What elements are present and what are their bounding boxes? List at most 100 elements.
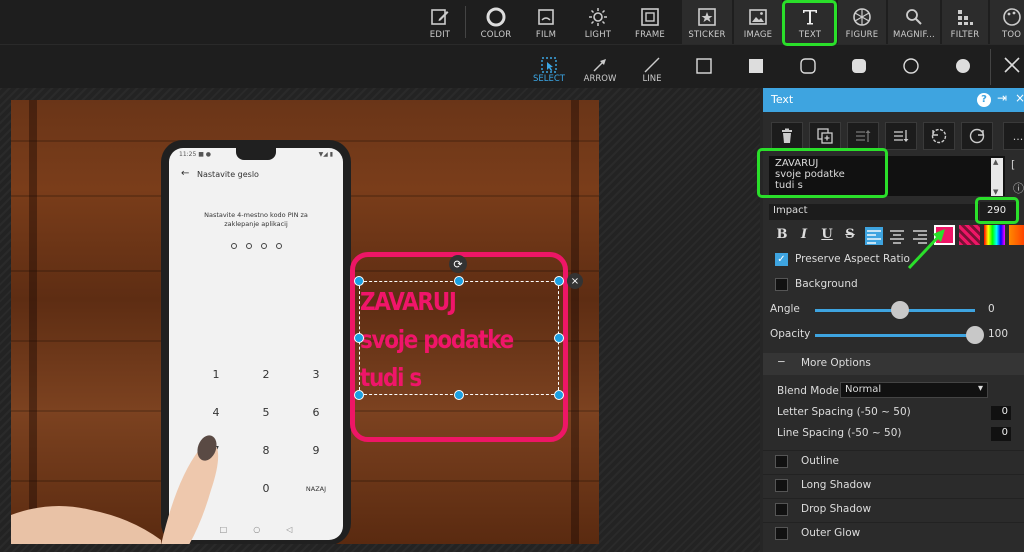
duplicate-button[interactable]: [809, 122, 841, 150]
long-shadow-option[interactable]: Long Shadow: [763, 474, 1024, 496]
letter-spacing-label: Letter Spacing (-50 ~ 50): [777, 406, 911, 418]
opacity-row: Opacity 100: [763, 325, 1024, 345]
preserve-aspect-row[interactable]: ✓ Preserve Aspect Ratio: [763, 250, 1024, 270]
outer-glow-checkbox[interactable]: [775, 527, 788, 540]
font-family-select[interactable]: Impact: [769, 204, 979, 220]
tool-light[interactable]: LIGHT: [578, 0, 618, 44]
angle-value[interactable]: 0: [988, 303, 995, 315]
align-center-icon[interactable]: [888, 227, 906, 245]
circle-filled-icon[interactable]: [954, 57, 972, 75]
resize-handle-top-left[interactable]: [354, 276, 364, 286]
pin-icon[interactable]: ⇥: [997, 91, 1007, 105]
tool-edit[interactable]: EDIT: [420, 0, 460, 44]
pattern-swatch[interactable]: [959, 225, 980, 245]
drop-shadow-option[interactable]: Drop Shadow: [763, 498, 1024, 520]
tool-tools[interactable]: TOO: [990, 0, 1024, 44]
send-backward-button[interactable]: [885, 122, 917, 150]
editor-canvas[interactable]: 11:25 ■ ● ▼◢ ▮ ← Nastavite geslo Nastavi…: [0, 88, 760, 552]
delete-layer-icon[interactable]: ×: [567, 273, 583, 289]
square-outline-icon[interactable]: [695, 57, 713, 75]
rotate-left-button[interactable]: [923, 122, 955, 150]
subtool-label: LINE: [642, 74, 662, 84]
outer-glow-option[interactable]: Outer Glow: [763, 522, 1024, 544]
gradient-swatch-2[interactable]: [1009, 225, 1024, 245]
film-icon: [538, 9, 554, 25]
rounded-square-filled-icon[interactable]: [850, 57, 868, 75]
opacity-slider-knob[interactable]: [966, 326, 984, 344]
help-icon[interactable]: ?: [977, 93, 991, 107]
outline-option[interactable]: Outline: [763, 450, 1024, 472]
rotate-right-button[interactable]: [961, 122, 993, 150]
more-button[interactable]: ...: [1003, 122, 1024, 150]
underline-button[interactable]: U: [818, 226, 836, 244]
panel-close-icon[interactable]: ×: [1015, 91, 1024, 105]
tool-film[interactable]: FILM: [526, 0, 566, 44]
tool-frame[interactable]: FRAME: [630, 0, 670, 44]
blend-mode-label: Blend Mode: [777, 385, 839, 397]
subtool-select[interactable]: SELECT: [528, 47, 570, 87]
close-icon[interactable]: [1002, 55, 1022, 75]
rounded-square-outline-icon[interactable]: [799, 57, 817, 75]
duplicate-icon: [817, 128, 833, 144]
tool-label: MAGNIF...: [893, 30, 935, 40]
long-shadow-checkbox[interactable]: [775, 479, 788, 492]
letter-spacing-input[interactable]: 0: [991, 406, 1011, 420]
outer-glow-label: Outer Glow: [801, 527, 861, 539]
resize-handle-bottom-right[interactable]: [554, 390, 564, 400]
more-options-toggle[interactable]: − More Options: [763, 353, 1024, 375]
phone-status-right: ▼◢ ▮: [318, 151, 333, 158]
hand: [11, 435, 219, 544]
line-icon: [644, 57, 660, 73]
resize-handle-top-right[interactable]: [554, 276, 564, 286]
bring-forward-button[interactable]: [847, 122, 879, 150]
subtool-arrow[interactable]: ARROW: [580, 47, 620, 87]
line-spacing-input[interactable]: 0: [991, 427, 1011, 441]
phone-instruction: Nastavite 4-mestno kodo PIN za zaklepanj…: [204, 211, 308, 228]
pin-key: 5: [262, 406, 270, 419]
resize-handle-right[interactable]: [554, 333, 564, 343]
resize-handle-bottom-left[interactable]: [354, 390, 364, 400]
tool-image[interactable]: IMAGE: [734, 0, 782, 44]
tool-color[interactable]: COLOR: [474, 0, 518, 44]
text-scrollbar[interactable]: ▲ ▼: [991, 158, 1003, 196]
rotate-handle-icon[interactable]: ⟳: [449, 255, 467, 273]
strikethrough-button[interactable]: S: [841, 226, 859, 244]
bracket-button[interactable]: [: [1011, 158, 1015, 171]
opacity-slider[interactable]: [815, 334, 975, 337]
subtool-label: SELECT: [533, 74, 565, 84]
subtool-line[interactable]: LINE: [632, 47, 672, 87]
more-icon: ...: [1012, 129, 1024, 143]
outline-checkbox[interactable]: [775, 455, 788, 468]
italic-button[interactable]: I: [795, 226, 813, 244]
angle-slider-knob[interactable]: [890, 301, 909, 319]
opacity-value[interactable]: 100: [988, 328, 1008, 340]
delete-button[interactable]: [771, 122, 803, 150]
resize-handle-top[interactable]: [454, 276, 464, 286]
align-left-icon[interactable]: [865, 227, 883, 245]
tool-magnifier[interactable]: MAGNIF...: [888, 0, 940, 44]
circle-outline-icon[interactable]: [902, 57, 920, 75]
bold-button[interactable]: B: [773, 226, 791, 244]
scroll-down-icon[interactable]: ▼: [993, 188, 998, 196]
background-row[interactable]: Background: [763, 275, 1024, 295]
dropdown-arrow-icon: ▾: [977, 383, 983, 394]
tool-label: COLOR: [480, 30, 512, 40]
text-layer[interactable]: ZAVARUJ svoje podatke tudi s: [360, 283, 532, 397]
info-icon[interactable]: ⓘ: [1013, 180, 1024, 196]
phone-back-icon: ←: [181, 168, 190, 179]
resize-handle-bottom[interactable]: [454, 390, 464, 400]
color-icon: [486, 7, 506, 27]
tool-figure[interactable]: FIGURE: [838, 0, 886, 44]
pin-key: 9: [312, 444, 320, 457]
preserve-aspect-checkbox[interactable]: ✓: [775, 253, 788, 266]
drop-shadow-checkbox[interactable]: [775, 503, 788, 516]
gradient-swatch[interactable]: [984, 225, 1005, 245]
blend-mode-select[interactable]: Normal ▾: [840, 382, 988, 398]
scroll-up-icon[interactable]: ▲: [993, 158, 998, 166]
resize-handle-left[interactable]: [354, 333, 364, 343]
background-checkbox[interactable]: [775, 278, 788, 291]
square-filled-icon[interactable]: [747, 57, 765, 75]
pin-key: 1: [212, 368, 220, 381]
tool-filter[interactable]: FILTER: [942, 0, 988, 44]
tool-sticker[interactable]: STICKER: [682, 0, 732, 44]
